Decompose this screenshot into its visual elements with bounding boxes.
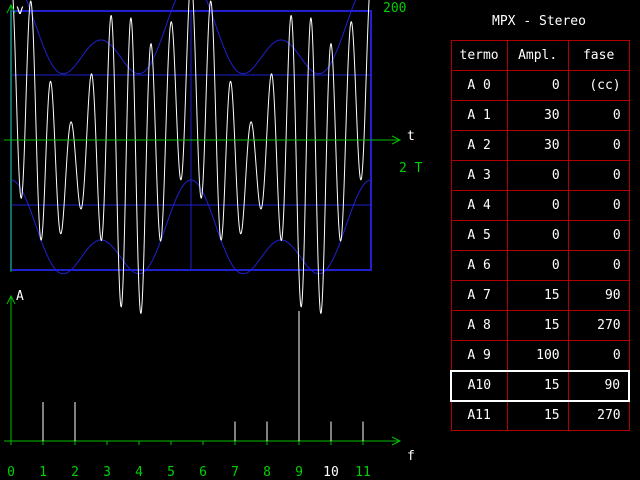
spectrum-tick-label: 10 xyxy=(323,465,339,480)
table-row[interactable]: A 0 0 (cc) xyxy=(450,70,630,101)
spectrum-tick-label: 9 xyxy=(295,465,303,480)
cell-amplitude[interactable]: 0 xyxy=(506,250,569,281)
coefficient-table: termo Ampl. fase A 0 0 (cc) A 1 30 0 A 2 30 0 A 3… xyxy=(449,40,631,431)
spectrum-tick-label: 11 xyxy=(355,465,371,480)
cell-phase[interactable]: 90 xyxy=(567,369,631,402)
oscilloscope-period-label: 2 T xyxy=(399,161,423,176)
cell-term[interactable]: A 8 xyxy=(450,310,508,341)
cell-term[interactable]: A 3 xyxy=(450,160,508,191)
cell-phase[interactable]: 0 xyxy=(567,160,630,191)
cell-term[interactable]: A 9 xyxy=(450,340,508,371)
table-row[interactable]: A 500 xyxy=(450,220,630,251)
cell-amplitude[interactable]: 15 xyxy=(506,280,569,311)
cell-amplitude[interactable]: 0 xyxy=(506,190,569,221)
cell-phase[interactable]: 0 xyxy=(567,250,630,281)
cell-phase[interactable]: 90 xyxy=(567,280,630,311)
spectrum-tick-label: 0 xyxy=(7,465,15,480)
oscilloscope-panel: v t 200 2 T xyxy=(4,0,423,314)
header-phase: fase xyxy=(567,40,630,71)
cell-amplitude[interactable]: 0 xyxy=(506,160,569,191)
header-amplitude: Ampl. xyxy=(506,40,569,71)
cell-phase[interactable]: 270 xyxy=(567,310,630,341)
table-row[interactable]: A 600 xyxy=(450,250,630,281)
spectrum-tick-label: 3 xyxy=(103,465,111,480)
table-row[interactable]: A10 15 90 xyxy=(449,369,631,402)
cell-term[interactable]: A10 xyxy=(449,369,508,402)
cell-phase[interactable]: 0 xyxy=(567,100,630,131)
oscilloscope-x-label: t xyxy=(407,129,415,144)
cell-term[interactable]: A 5 xyxy=(450,220,508,251)
header-term: termo xyxy=(450,40,508,71)
table-row[interactable]: A 2 30 0 xyxy=(450,130,630,161)
cell-phase[interactable]: 0 xyxy=(567,190,630,221)
cell-phase[interactable]: 0 xyxy=(567,340,630,371)
table-row[interactable]: A 400 xyxy=(450,190,630,221)
spectrum-tick-label: 2 xyxy=(71,465,79,480)
spectrum-tick-label: 8 xyxy=(263,465,271,480)
oscilloscope-y-label: v xyxy=(16,3,24,18)
table-row[interactable]: A 8 15 270 xyxy=(450,310,630,341)
cell-term[interactable]: A 1 xyxy=(450,100,508,131)
cell-amplitude[interactable]: 100 xyxy=(506,340,569,371)
table-header-row: termo Ampl. fase xyxy=(450,40,630,71)
cell-phase[interactable]: 270 xyxy=(567,400,630,431)
oscilloscope-scale-label: 200 xyxy=(383,1,406,16)
spectrum-tick-label: 4 xyxy=(135,465,143,480)
cell-term[interactable]: A11 xyxy=(450,400,508,431)
table-row[interactable]: A11 15 270 xyxy=(450,400,630,431)
spectrum-tick-labels: 0 1 2 3 4 5 6 7 8 9 10 11 xyxy=(7,465,371,480)
spectrum-x-label: f xyxy=(407,449,415,464)
cell-amplitude[interactable]: 30 xyxy=(506,100,569,131)
cell-amplitude[interactable]: 30 xyxy=(506,130,569,161)
spectrum-tick-label: 7 xyxy=(231,465,239,480)
cell-term[interactable]: A 7 xyxy=(450,280,508,311)
cell-amplitude[interactable]: 0 xyxy=(506,70,569,101)
cell-phase[interactable]: (cc) xyxy=(567,70,630,101)
cell-phase[interactable]: 0 xyxy=(567,220,630,251)
cell-term[interactable]: A 4 xyxy=(450,190,508,221)
cell-amplitude[interactable]: 15 xyxy=(506,310,569,341)
spectrum-tick-label: 5 xyxy=(167,465,175,480)
cell-term[interactable]: A 0 xyxy=(450,70,508,101)
table-row[interactable]: A 9 100 0 xyxy=(450,340,630,371)
spectrum-tick-label: 6 xyxy=(199,465,207,480)
spectrum-tick-label: 1 xyxy=(39,465,47,480)
cell-term[interactable]: A 6 xyxy=(450,250,508,281)
table-row[interactable]: A 1 30 0 xyxy=(450,100,630,131)
cell-amplitude[interactable]: 0 xyxy=(506,220,569,251)
spectrum-ticks xyxy=(10,441,364,445)
spectrum-lines xyxy=(42,311,364,441)
cell-phase[interactable]: 0 xyxy=(567,130,630,161)
spectrum-panel: 0 1 2 3 4 5 6 7 8 9 10 11 A f xyxy=(4,289,415,480)
table-row[interactable]: A 300 xyxy=(450,160,630,191)
table-row[interactable]: A 7 15 90 xyxy=(450,280,630,311)
table-title: MPX - Stereo xyxy=(492,14,586,29)
cell-term[interactable]: A 2 xyxy=(450,130,508,161)
cell-amplitude[interactable]: 15 xyxy=(506,400,569,431)
spectrum-y-label: A xyxy=(16,289,24,304)
cell-amplitude[interactable]: 15 xyxy=(506,369,569,402)
